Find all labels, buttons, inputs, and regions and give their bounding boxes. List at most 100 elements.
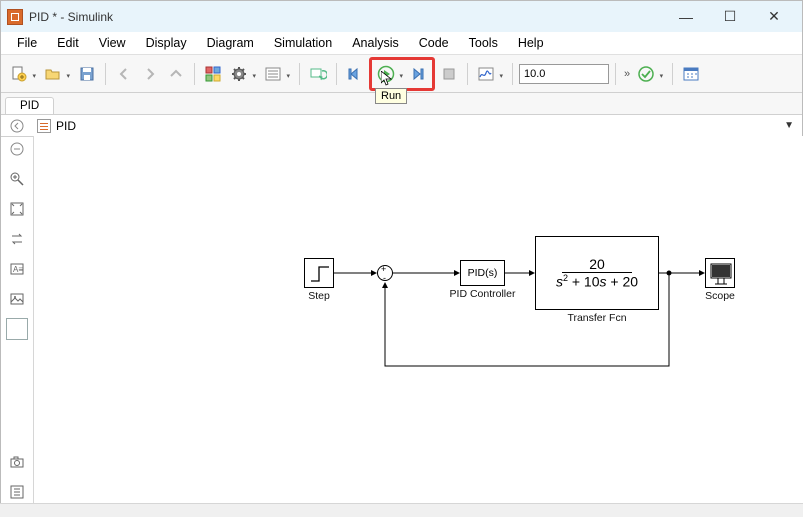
step-forward-icon	[409, 65, 427, 83]
image-button[interactable]	[6, 288, 28, 310]
sum-plus-icon: +	[381, 266, 386, 273]
model-config-button[interactable]	[227, 62, 259, 86]
build-button[interactable]	[634, 62, 666, 86]
toolbar: Run »	[1, 55, 802, 93]
zoom-button[interactable]	[6, 168, 28, 190]
svg-text:A≡: A≡	[13, 265, 23, 274]
swap-icon	[9, 231, 25, 247]
schedule-button[interactable]	[679, 62, 703, 86]
toggle-sample-time-button[interactable]	[6, 228, 28, 250]
tf-block-label: Transfer Fcn	[567, 312, 626, 324]
gear-icon	[230, 65, 248, 83]
fast-restart-indicator: »	[622, 68, 632, 80]
up-button[interactable]	[164, 62, 188, 86]
menu-diagram[interactable]: Diagram	[197, 33, 264, 53]
hide-browser-button[interactable]	[6, 138, 28, 160]
scope-block[interactable]: Scope	[705, 258, 735, 288]
breadcrumb-model-name[interactable]: PID	[56, 119, 76, 133]
signal-wires	[34, 136, 803, 503]
menu-simulation[interactable]: Simulation	[264, 33, 342, 53]
model-tab[interactable]: PID	[5, 97, 54, 114]
data-inspector-button[interactable]	[474, 62, 506, 86]
nav-collapse-button[interactable]	[9, 118, 25, 134]
signal-scope-icon	[477, 65, 495, 83]
breadcrumb-expand-button[interactable]: ▼	[784, 120, 794, 131]
stop-button[interactable]	[437, 62, 461, 86]
cursor-icon	[381, 71, 393, 87]
fit-to-view-button[interactable]	[6, 198, 28, 220]
area-button[interactable]	[6, 318, 28, 340]
sum-block[interactable]: + -	[377, 265, 393, 281]
menu-tools[interactable]: Tools	[459, 33, 508, 53]
menu-file[interactable]: File	[7, 33, 47, 53]
arrow-left-icon	[115, 65, 133, 83]
sum-minus-icon: -	[383, 275, 386, 282]
camera-icon	[9, 454, 25, 470]
save-button[interactable]	[75, 62, 99, 86]
refresh-model-icon	[309, 65, 327, 83]
zoom-icon	[9, 171, 25, 187]
gauge-icon	[9, 484, 25, 500]
log-signals-button[interactable]	[261, 62, 293, 86]
close-button[interactable]: ✕	[752, 3, 796, 31]
run-tooltip: Run	[375, 88, 407, 104]
annotation-icon: A≡	[9, 261, 25, 277]
run-button[interactable]: Run	[374, 62, 406, 86]
menubar: File Edit View Display Diagram Simulatio…	[1, 32, 802, 55]
maximize-button[interactable]: ☐	[708, 3, 752, 31]
circle-arrow-icon	[10, 119, 24, 133]
window-buttons: — ☐ ✕	[664, 3, 796, 31]
main-area: A≡ Step + -	[0, 136, 803, 503]
open-button[interactable]	[41, 62, 73, 86]
transfer-fcn-block[interactable]: 20 s2 + 10s + 20 Transfer Fcn	[535, 236, 659, 310]
pid-block-text: PID(s)	[468, 267, 498, 279]
menu-analysis[interactable]: Analysis	[342, 33, 409, 53]
tf-numerator: 20	[556, 256, 638, 272]
arrow-right-icon	[141, 65, 159, 83]
step-forward-button[interactable]	[406, 62, 430, 86]
library-browser-button[interactable]	[201, 62, 225, 86]
folder-open-icon	[44, 65, 62, 83]
step-glyph-icon	[305, 259, 335, 289]
run-highlight-box: Run	[369, 57, 435, 91]
tf-denominator: s2 + 10s + 20	[556, 273, 638, 290]
menu-help[interactable]: Help	[508, 33, 554, 53]
window-title: PID * - Simulink	[29, 10, 664, 24]
menu-code[interactable]: Code	[409, 33, 459, 53]
checkmark-circle-icon	[637, 65, 655, 83]
model-doc-icon	[37, 119, 51, 133]
step-block[interactable]: Step	[304, 258, 334, 288]
minimize-button[interactable]: —	[664, 3, 708, 31]
palette: A≡	[0, 136, 34, 503]
step-back-button[interactable]	[343, 62, 367, 86]
list-icon	[264, 65, 282, 83]
canvas[interactable]: Step + - PID(s) PID Controller 20 s2 + 1…	[34, 136, 803, 503]
update-diagram-button[interactable]	[306, 62, 330, 86]
record-button[interactable]	[6, 481, 28, 503]
scope-block-label: Scope	[705, 290, 735, 302]
statusbar	[0, 503, 803, 517]
save-icon	[78, 65, 96, 83]
back-button[interactable]	[112, 62, 136, 86]
menu-edit[interactable]: Edit	[47, 33, 89, 53]
breadcrumb-bar: PID ▼	[1, 115, 802, 137]
menu-display[interactable]: Display	[136, 33, 197, 53]
screenshot-button[interactable]	[6, 451, 28, 473]
step-block-label: Step	[308, 290, 330, 302]
new-file-icon	[10, 65, 28, 83]
forward-button[interactable]	[138, 62, 162, 86]
pid-controller-block[interactable]: PID(s) PID Controller	[460, 260, 505, 286]
pid-block-label: PID Controller	[450, 288, 516, 300]
new-model-button[interactable]	[7, 62, 39, 86]
stop-icon	[440, 65, 458, 83]
image-icon	[9, 291, 25, 307]
calendar-icon	[682, 65, 700, 83]
stop-time-input[interactable]	[519, 64, 609, 84]
scope-glyph-icon	[706, 259, 736, 289]
fit-icon	[9, 201, 25, 217]
hide-icon	[9, 141, 25, 157]
arrow-up-icon	[167, 65, 185, 83]
menu-view[interactable]: View	[89, 33, 136, 53]
transfer-function-expression: 20 s2 + 10s + 20	[556, 256, 638, 290]
annotation-button[interactable]: A≡	[6, 258, 28, 280]
